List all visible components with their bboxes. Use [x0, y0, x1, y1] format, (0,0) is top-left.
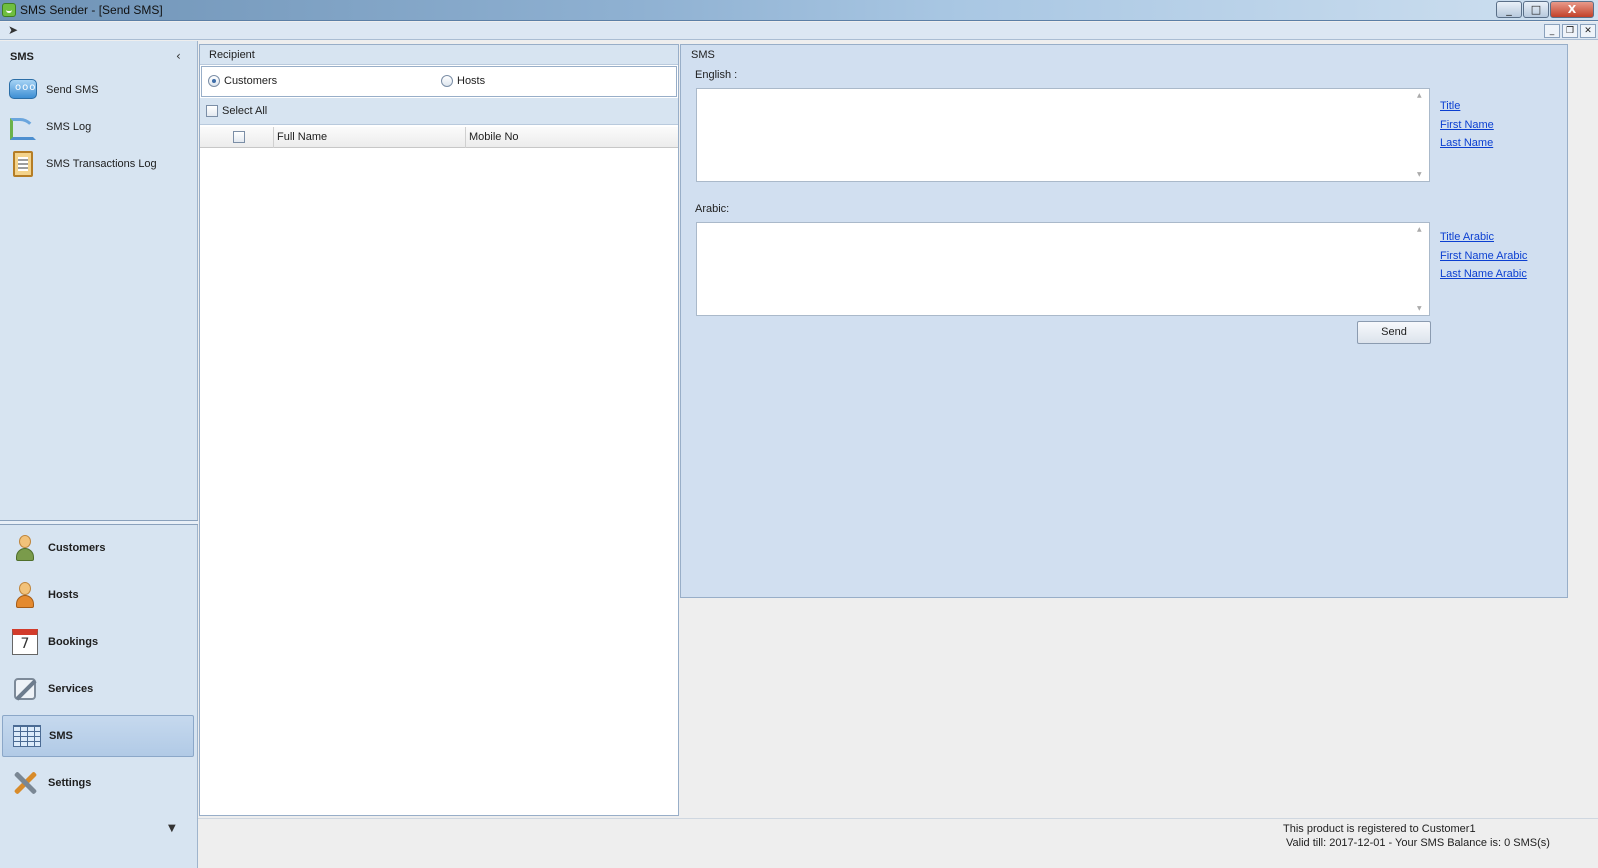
grid-header-checkbox[interactable]	[233, 131, 245, 143]
radio-dot[interactable]	[208, 75, 220, 87]
sms-header: SMS	[691, 49, 715, 61]
calendar-day: 7	[12, 629, 38, 655]
close-button[interactable]: X	[1550, 1, 1594, 18]
token-first-name-link[interactable]: First Name	[1440, 119, 1494, 131]
token-first-name-arabic-link[interactable]: First Name Arabic	[1440, 250, 1527, 262]
nav-group-label: Bookings	[48, 636, 99, 648]
nav-group-label: Settings	[48, 777, 92, 789]
nav-group-services[interactable]: Services	[2, 668, 194, 710]
arabic-message-input[interactable]	[696, 222, 1430, 316]
nav-item-sms-log[interactable]: SMS Log	[8, 111, 193, 143]
nav-group-label: SMS	[49, 730, 73, 742]
nav-splitter[interactable]	[0, 520, 198, 525]
services-wrench-icon	[10, 674, 40, 704]
calendar-icon: 7	[10, 627, 40, 657]
arabic-label: Arabic:	[695, 203, 730, 215]
nav-item-label: Send SMS	[46, 84, 99, 96]
send-button[interactable]: Send	[1357, 321, 1431, 344]
nav-item-label: SMS Log	[46, 121, 92, 133]
mdi-minimize-button[interactable]: _	[1544, 24, 1560, 38]
app-icon	[2, 3, 16, 17]
chat-bubble-icon	[8, 75, 38, 105]
nav-header: SMS	[10, 51, 34, 63]
nav-group-customers[interactable]: Customers	[2, 527, 194, 569]
radio-dot[interactable]	[441, 75, 453, 87]
radio-customers-label: Customers	[224, 75, 278, 87]
nav-group-hosts[interactable]: Hosts	[2, 574, 194, 616]
nav-group-settings[interactable]: Settings	[2, 762, 194, 804]
grid-table-icon	[11, 721, 41, 751]
token-title-link[interactable]: Title	[1440, 100, 1460, 112]
select-all-row[interactable]: Select All	[200, 98, 678, 125]
english-message-input[interactable]	[696, 88, 1430, 182]
nav-group-label: Hosts	[48, 589, 79, 601]
registration-text: This product is registered to Customer1	[1283, 823, 1476, 835]
arabic-scrollbar[interactable]	[1413, 223, 1429, 315]
chevron-down-icon[interactable]: ▼	[168, 823, 176, 834]
recipient-panel: Recipient Customers Hosts Select All Ful…	[199, 44, 679, 816]
paper-plane-icon[interactable]: ➤	[8, 24, 22, 37]
nav-group-bookings[interactable]: 7 Bookings	[2, 621, 194, 663]
radio-hosts[interactable]: Hosts	[441, 75, 485, 87]
grid-checkbox-column[interactable]	[200, 127, 274, 148]
nav-group-sms[interactable]: SMS	[2, 715, 194, 757]
quick-access-bar: ➤ _ ❐ ✕	[0, 22, 1598, 40]
window-titlebar: SMS Sender - [Send SMS] _ □ X	[0, 0, 1598, 21]
token-title-arabic-link[interactable]: Title Arabic	[1440, 231, 1494, 243]
maximize-button[interactable]: □	[1523, 1, 1549, 18]
window-controls: _ □ X	[1496, 1, 1594, 18]
english-label: English :	[695, 69, 738, 81]
chart-signal-icon	[8, 112, 38, 142]
window-title: SMS Sender - [Send SMS]	[20, 3, 163, 17]
mdi-close-button[interactable]: ✕	[1580, 24, 1596, 38]
clipboard-icon	[8, 149, 38, 179]
minimize-button[interactable]: _	[1496, 1, 1522, 18]
mdi-restore-button[interactable]: ❐	[1562, 24, 1578, 38]
token-last-name-link[interactable]: Last Name	[1440, 137, 1493, 149]
collapse-chevron-icon[interactable]: ‹	[176, 49, 181, 63]
column-header-full-name[interactable]: Full Name	[274, 127, 466, 148]
sms-panel: SMS English : Title First Name Last Name…	[680, 44, 1568, 598]
navigation-pane: SMS ‹ Send SMS SMS Log SMS Transactions …	[0, 41, 198, 868]
host-person-icon	[10, 580, 40, 610]
radio-customers[interactable]: Customers	[208, 75, 277, 87]
customer-person-icon	[10, 533, 40, 563]
nav-item-sms-transactions-log[interactable]: SMS Transactions Log	[8, 148, 193, 180]
token-last-name-arabic-link[interactable]: Last Name Arabic	[1440, 268, 1527, 280]
column-header-mobile-no[interactable]: Mobile No	[466, 127, 678, 148]
tools-icon	[10, 768, 40, 798]
english-scrollbar[interactable]	[1413, 89, 1429, 181]
nav-group-label: Services	[48, 683, 94, 695]
status-bar: This product is registered to Customer1 …	[198, 818, 1598, 868]
validity-balance-text: Valid till: 2017-12-01 - Your SMS Balanc…	[1286, 837, 1550, 849]
recipient-header: Recipient	[200, 45, 678, 65]
recipient-grid-header: Full Name Mobile No	[200, 127, 678, 148]
radio-hosts-label: Hosts	[457, 75, 486, 87]
select-all-label: Select All	[222, 105, 268, 117]
nav-item-send-sms[interactable]: Send SMS	[8, 74, 193, 106]
nav-item-label: SMS Transactions Log	[46, 158, 157, 170]
recipient-type-group: Customers Hosts	[201, 66, 677, 97]
nav-group-label: Customers	[48, 542, 106, 554]
select-all-checkbox[interactable]	[206, 105, 218, 117]
mdi-controls: _ ❐ ✕	[1544, 24, 1596, 38]
